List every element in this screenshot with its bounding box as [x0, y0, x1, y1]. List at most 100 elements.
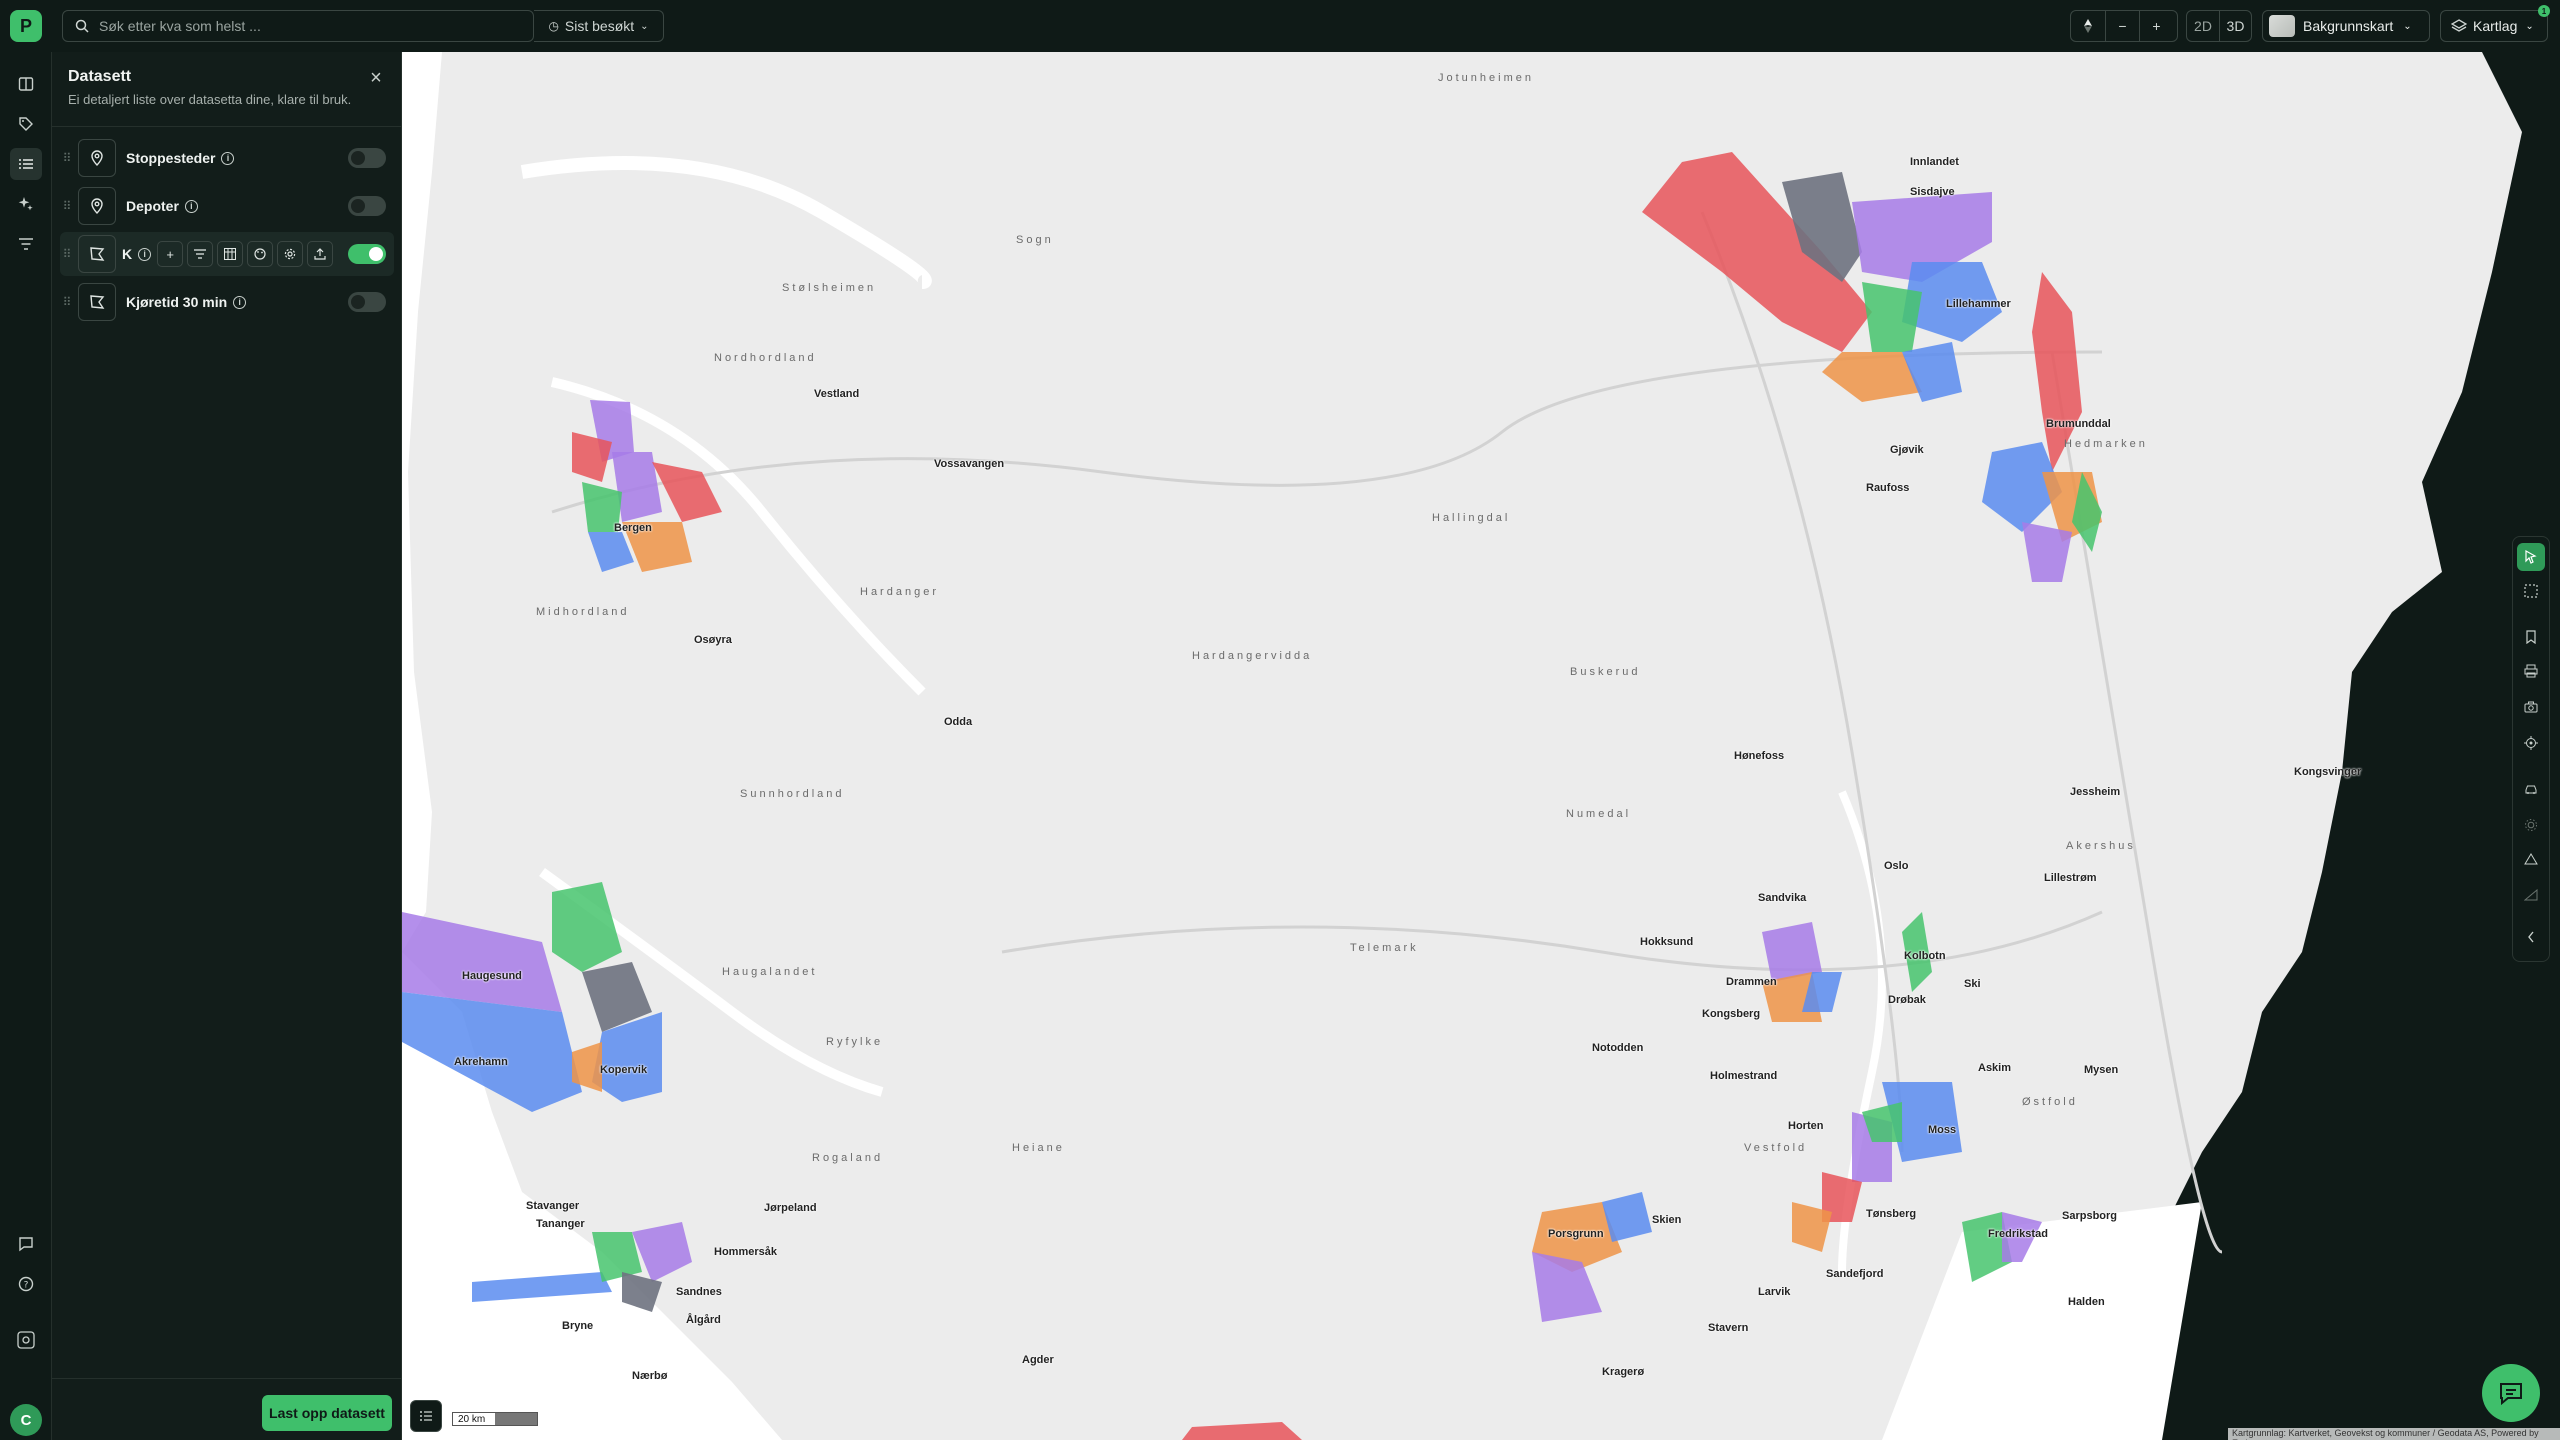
- sun-icon[interactable]: [2517, 811, 2545, 839]
- info-icon[interactable]: i: [138, 247, 152, 261]
- region-label: Hallingdal: [1432, 512, 1511, 524]
- style-palette-icon[interactable]: [247, 241, 274, 267]
- layers-dropdown[interactable]: Kartlag ⌄: [2440, 10, 2548, 42]
- place-label: Sandnes: [676, 1286, 722, 1298]
- map-canvas[interactable]: Bergen Osøyra Odda Haugesund Akrehamn Ko…: [402, 52, 2560, 1440]
- place-label: Tønsberg: [1866, 1208, 1917, 1220]
- dataset-name: Kjøretid 30 min: [126, 294, 228, 310]
- dataset-toggle[interactable]: [348, 244, 386, 264]
- place-label: Jessheim: [2070, 786, 2121, 798]
- place-label: Bergen: [614, 522, 652, 534]
- info-icon[interactable]: i: [233, 295, 247, 309]
- dataset-label: Depoter i: [126, 198, 198, 214]
- close-icon[interactable]: ×: [364, 66, 388, 90]
- zoom-in-button[interactable]: +: [2139, 11, 2173, 41]
- region-label: Akershus: [2066, 840, 2136, 852]
- dataset-row[interactable]: ⠿ Kjøretid 30 min i: [60, 280, 394, 324]
- mode-2d-button[interactable]: 2D: [2187, 11, 2219, 41]
- chevron-down-icon: ⌄: [640, 20, 649, 32]
- drag-handle-icon[interactable]: ⠿: [60, 199, 74, 213]
- search-box[interactable]: [62, 10, 534, 42]
- rail-filter-button[interactable]: [10, 228, 42, 260]
- place-label: Halden: [2068, 1296, 2105, 1308]
- dataset-row-active[interactable]: ⠿ Ki +: [60, 232, 394, 276]
- drag-handle-icon[interactable]: ⠿: [60, 151, 74, 165]
- workspace-icon: [17, 1331, 35, 1349]
- region-label: Nordhordland: [714, 352, 817, 364]
- camera-icon[interactable]: [2517, 693, 2545, 721]
- rail-ai-button[interactable]: [10, 188, 42, 220]
- gear-icon[interactable]: [277, 241, 304, 267]
- dataset-toggle[interactable]: [348, 148, 386, 168]
- app-logo[interactable]: P: [10, 10, 42, 42]
- select-pointer-icon[interactable]: [2517, 543, 2545, 571]
- place-label: Mysen: [2084, 1064, 2119, 1076]
- dataset-toggle[interactable]: [348, 292, 386, 312]
- region-label: Vestfold: [1744, 1142, 1808, 1154]
- region-label: Ryfylke: [826, 1036, 884, 1048]
- dataset-row[interactable]: ⠿ Depoter i: [60, 184, 394, 228]
- basemap-dropdown[interactable]: Bakgrunnskart ⌄: [2262, 10, 2430, 42]
- drag-handle-icon[interactable]: ⠿: [60, 295, 74, 309]
- add-icon[interactable]: +: [157, 241, 184, 267]
- place-label: Sarpsborg: [2062, 1210, 2118, 1222]
- drag-handle-icon[interactable]: ⠿: [60, 247, 74, 261]
- place-label: Kopervik: [600, 1064, 648, 1076]
- compass-button[interactable]: [2071, 11, 2105, 41]
- mode-3d-button[interactable]: 3D: [2219, 11, 2251, 41]
- dataset-label: Stoppesteder i: [126, 150, 235, 166]
- place-label: Kolbotn: [1904, 950, 1946, 962]
- locate-icon[interactable]: [2517, 729, 2545, 757]
- upload-dataset-button[interactable]: Last opp datasett: [262, 1395, 392, 1431]
- user-avatar[interactable]: C: [10, 1404, 42, 1436]
- zoom-controls: − +: [2070, 10, 2178, 42]
- place-label: Stavern: [1708, 1322, 1749, 1334]
- recent-label: Sist besøkt: [564, 18, 635, 34]
- rail-tags-button[interactable]: [10, 108, 42, 140]
- divider: [52, 126, 402, 127]
- region-label: Buskerud: [1570, 666, 1641, 678]
- search-input[interactable]: [99, 18, 499, 34]
- dataset-row[interactable]: ⠿ Stoppesteder i: [60, 136, 394, 180]
- zoom-out-button[interactable]: −: [2105, 11, 2139, 41]
- recent-dropdown[interactable]: ◷ Sist besøkt ⌄: [534, 10, 664, 42]
- place-label: Moss: [1928, 1124, 1957, 1136]
- slope-icon[interactable]: [2517, 881, 2545, 909]
- rail-feedback-button[interactable]: [10, 1228, 42, 1260]
- place-label: Sandvika: [1758, 892, 1807, 904]
- filter-icon[interactable]: [187, 241, 214, 267]
- info-icon[interactable]: i: [184, 199, 198, 213]
- panel-subtitle: Ei detaljert liste over datasetta dine, …: [68, 92, 352, 107]
- place-label: Horten: [1788, 1120, 1824, 1132]
- rail-datasets-button[interactable]: [10, 148, 42, 180]
- legend-list-icon: [420, 1411, 432, 1421]
- measure-triangle-icon[interactable]: [2517, 845, 2545, 873]
- place-label: Larvik: [1758, 1286, 1791, 1298]
- rail-help-button[interactable]: ?: [10, 1268, 42, 1300]
- bookmark-icon[interactable]: [2517, 623, 2545, 651]
- place-label: Odda: [944, 716, 973, 728]
- chevron-left-icon[interactable]: [2517, 923, 2545, 951]
- region-label: Numedal: [1566, 808, 1632, 820]
- export-icon[interactable]: [307, 241, 334, 267]
- box-select-icon[interactable]: [2517, 577, 2545, 605]
- info-icon[interactable]: i: [221, 151, 235, 165]
- top-bar: P ◷ Sist besøkt ⌄ − + 2D 3D Bakgrunnskar…: [0, 0, 2560, 52]
- place-label: Drøbak: [1888, 994, 1926, 1006]
- car-icon[interactable]: [2517, 775, 2545, 803]
- legend-button[interactable]: [410, 1400, 442, 1432]
- chat-button[interactable]: [2482, 1364, 2540, 1422]
- table-icon[interactable]: [217, 241, 244, 267]
- region-label: Heiane: [1012, 1142, 1065, 1154]
- place-label: Skien: [1652, 1214, 1682, 1226]
- place-label: Agder: [1022, 1354, 1054, 1366]
- place-label: Brumunddal: [2046, 418, 2111, 430]
- message-icon: [19, 1237, 33, 1252]
- place-label: Hønefoss: [1734, 750, 1785, 762]
- rail-map-button[interactable]: [10, 68, 42, 100]
- clock-icon: ◷: [548, 19, 559, 33]
- rail-workspace-button[interactable]: [10, 1324, 42, 1356]
- print-icon[interactable]: [2517, 657, 2545, 685]
- place-label: Notodden: [1592, 1042, 1644, 1054]
- dataset-toggle[interactable]: [348, 196, 386, 216]
